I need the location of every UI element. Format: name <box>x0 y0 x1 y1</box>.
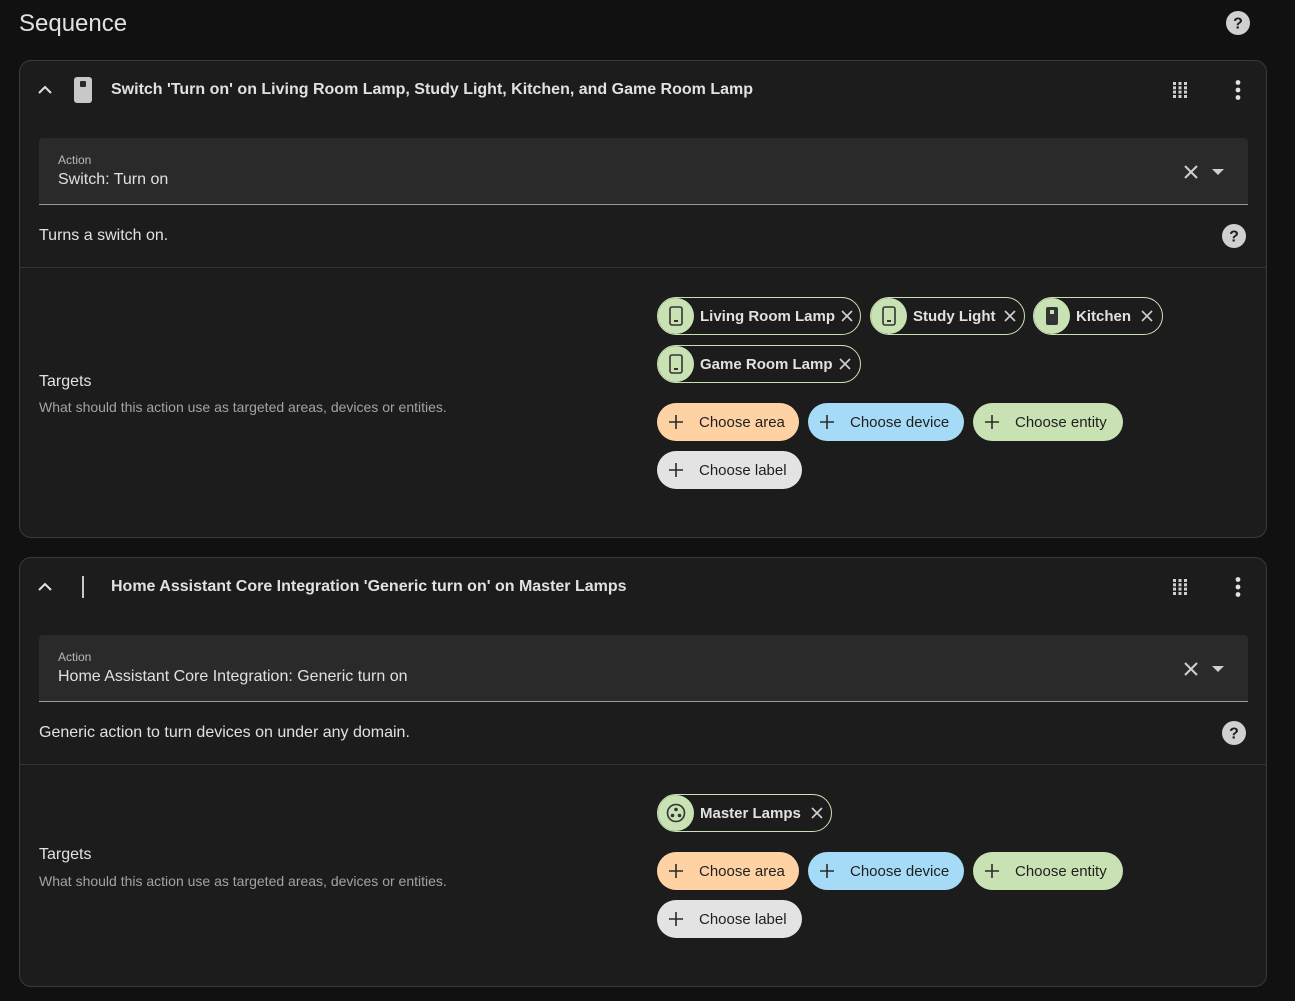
target-chip[interactable]: Kitchen <box>1033 297 1163 335</box>
plus-icon <box>669 463 683 477</box>
clear-icon[interactable] <box>1181 162 1201 182</box>
action-description: Turns a switch on. <box>39 227 169 244</box>
chip-label: Living Room Lamp <box>700 307 835 325</box>
action-card-header[interactable]: Switch 'Turn on' on Living Room Lamp, St… <box>20 61 1266 119</box>
switch-outline-icon <box>871 298 907 334</box>
divider <box>20 267 1266 268</box>
choose-label-button[interactable]: Choose label <box>657 900 802 938</box>
choose-entity-button[interactable]: Choose entity <box>973 403 1123 441</box>
chip-label: Master Lamps <box>700 804 801 822</box>
action-field-label: Action <box>58 650 92 664</box>
choose-area-label: Choose area <box>699 413 785 431</box>
action-field-value: Home Assistant Core Integration: Generic… <box>58 668 408 685</box>
plus-icon <box>669 415 683 429</box>
target-chip[interactable]: Game Room Lamp <box>657 345 861 383</box>
choose-label-label: Choose label <box>699 910 787 928</box>
choose-label-button[interactable]: Choose label <box>657 451 802 489</box>
more-vert-icon[interactable] <box>1227 576 1249 598</box>
action-title: Home Assistant Core Integration 'Generic… <box>111 578 627 595</box>
choose-device-label: Choose device <box>850 862 950 880</box>
switch-outline-icon <box>658 298 694 334</box>
dropdown-arrow-icon[interactable] <box>1209 661 1227 677</box>
chip-label: Kitchen <box>1076 307 1132 325</box>
group-icon <box>658 795 694 831</box>
action-card-switch-turn-on: Switch 'Turn on' on Living Room Lamp, St… <box>19 60 1267 538</box>
remove-icon[interactable] <box>840 309 854 323</box>
chevron-up-icon[interactable] <box>36 578 54 596</box>
divider-icon <box>82 576 84 598</box>
chip-label: Game Room Lamp <box>700 355 833 373</box>
choose-entity-label: Choose entity <box>1015 862 1107 880</box>
switch-icon <box>74 77 92 103</box>
drag-handle-icon[interactable] <box>1170 80 1190 100</box>
page-title: Sequence <box>19 10 128 37</box>
plus-icon <box>669 912 683 926</box>
choose-area-button[interactable]: Choose area <box>657 403 799 441</box>
switch-filled-icon <box>1034 298 1070 334</box>
choose-area-button[interactable]: Choose area <box>657 852 799 890</box>
remove-icon[interactable] <box>810 806 824 820</box>
action-card-header[interactable]: Home Assistant Core Integration 'Generic… <box>20 558 1266 616</box>
choose-area-label: Choose area <box>699 862 785 880</box>
action-field-value: Switch: Turn on <box>58 171 169 188</box>
choose-entity-button[interactable]: Choose entity <box>973 852 1123 890</box>
targets-description: What should this action use as targeted … <box>39 873 447 889</box>
choose-label-label: Choose label <box>699 461 787 479</box>
action-field-label: Action <box>58 153 92 167</box>
dropdown-arrow-icon[interactable] <box>1209 164 1227 180</box>
plus-icon <box>985 864 999 878</box>
switch-outline-icon <box>658 346 694 382</box>
chip-label: Study Light <box>913 307 996 325</box>
targets-label: Targets <box>39 846 92 863</box>
action-select[interactable]: Action Switch: Turn on <box>39 138 1248 205</box>
plus-icon <box>820 415 834 429</box>
target-chip[interactable]: Master Lamps <box>657 794 832 832</box>
clear-icon[interactable] <box>1181 659 1201 679</box>
more-vert-icon[interactable] <box>1227 79 1249 101</box>
choose-entity-label: Choose entity <box>1015 413 1107 431</box>
action-select[interactable]: Action Home Assistant Core Integration: … <box>39 635 1248 702</box>
divider <box>20 764 1266 765</box>
action-description: Generic action to turn devices on under … <box>39 724 410 741</box>
svg-text:?: ? <box>1229 726 1239 743</box>
plus-icon <box>669 864 683 878</box>
plus-icon <box>985 415 999 429</box>
choose-device-button[interactable]: Choose device <box>808 852 964 890</box>
action-title: Switch 'Turn on' on Living Room Lamp, St… <box>111 81 753 98</box>
targets-label: Targets <box>39 373 92 390</box>
drag-handle-icon[interactable] <box>1170 577 1190 597</box>
svg-text:?: ? <box>1233 16 1243 33</box>
chevron-up-icon[interactable] <box>36 81 54 99</box>
help-circle-icon[interactable]: ? <box>1222 721 1246 745</box>
choose-device-button[interactable]: Choose device <box>808 403 964 441</box>
choose-device-label: Choose device <box>850 413 950 431</box>
target-chip[interactable]: Study Light <box>870 297 1025 335</box>
help-circle-icon[interactable]: ? <box>1226 11 1250 35</box>
targets-description: What should this action use as targeted … <box>39 399 447 415</box>
action-card-generic-turn-on: Home Assistant Core Integration 'Generic… <box>19 557 1267 987</box>
remove-icon[interactable] <box>1140 309 1154 323</box>
remove-icon[interactable] <box>838 357 852 371</box>
svg-text:?: ? <box>1229 229 1239 246</box>
help-circle-icon[interactable]: ? <box>1222 224 1246 248</box>
remove-icon[interactable] <box>1003 309 1017 323</box>
target-chip[interactable]: Living Room Lamp <box>657 297 861 335</box>
plus-icon <box>820 864 834 878</box>
